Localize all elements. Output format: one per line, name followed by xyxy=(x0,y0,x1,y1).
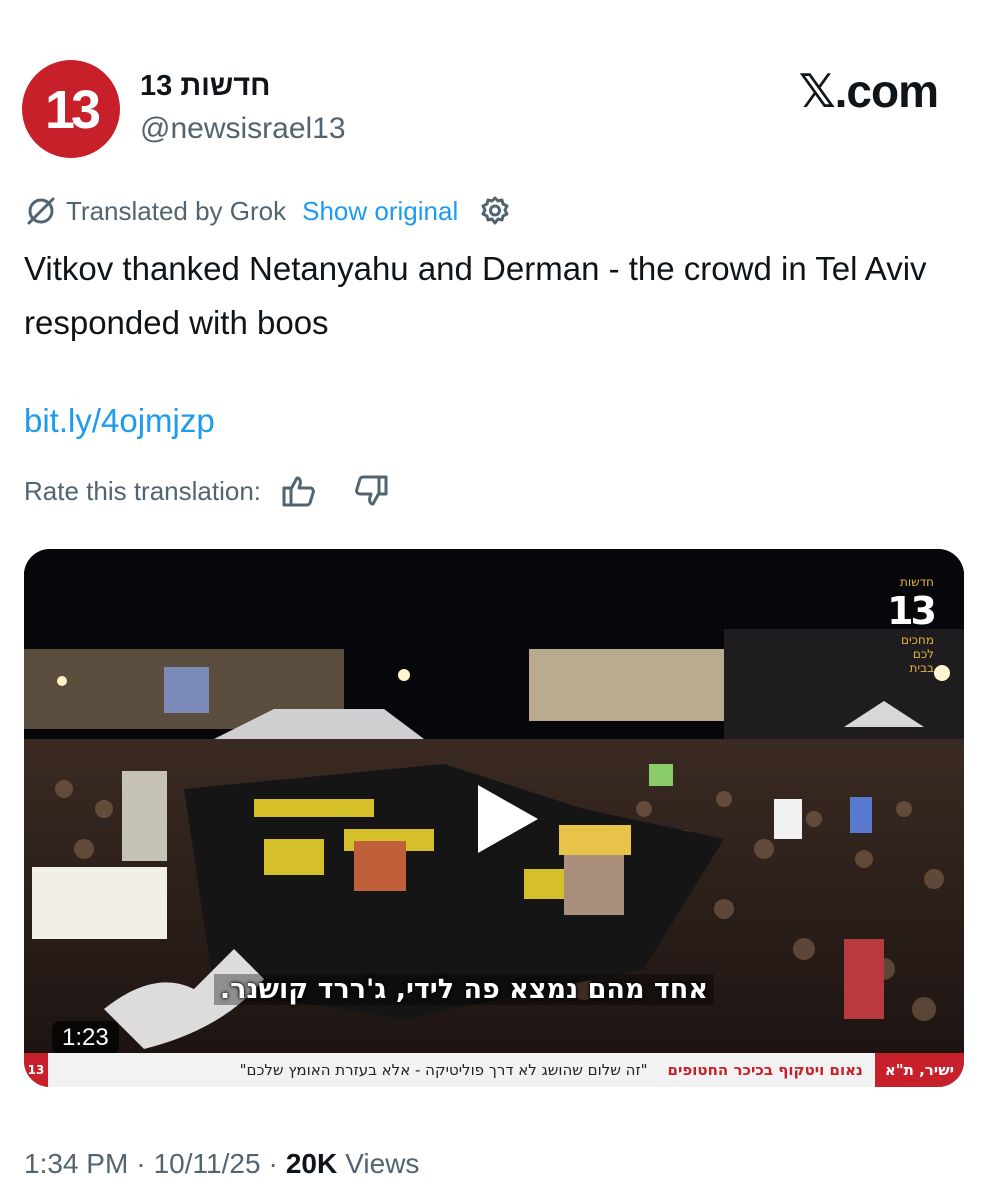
tweet-text: Vitkov thanked Netanyahu and Derman - th… xyxy=(24,250,927,341)
translated-by-label: Translated by Grok xyxy=(66,195,287,226)
views-label: Views xyxy=(345,1148,420,1179)
avatar[interactable]: 13 xyxy=(22,60,120,158)
tweet-time[interactable]: 1:34 PM xyxy=(24,1148,128,1180)
tweet-meta: 1:34 PM · 10/11/25 · 20K Views xyxy=(24,1148,419,1180)
video-duration: 1:23 xyxy=(52,1021,119,1055)
station-logo-line: לכם xyxy=(912,647,934,661)
thumbs-up-icon[interactable] xyxy=(281,473,317,509)
station-logo-line: בבית xyxy=(909,661,934,675)
thumbs-down-icon[interactable] xyxy=(353,473,389,509)
ticker-headline: נאום ויטקוף בכיכר החטופים xyxy=(667,1061,863,1079)
video-subtitle: אחד מהם נמצא פה לידי, ג'ררד קושנר. xyxy=(213,974,714,1005)
station-logo-overlay: חדשות 13 מחכים לכם בבית xyxy=(887,575,937,675)
rate-translation-row: Rate this translation: xyxy=(24,470,389,512)
author-display-name[interactable]: חדשות 13 xyxy=(140,70,270,103)
station-logo-line: מחכים xyxy=(901,633,934,647)
author-handle[interactable]: @newsisrael13 xyxy=(140,112,346,146)
ticker-quote: "זה שלום שהושג לא דרך פוליטיקה - אלא בעז… xyxy=(239,1061,648,1079)
ticker-live-badge: ישיר, ת"א xyxy=(874,1053,964,1087)
ticker-logo: 13 xyxy=(24,1053,48,1087)
avatar-logo-text: 13 xyxy=(44,80,101,140)
views-count: 20K xyxy=(285,1148,338,1179)
site-logo: 𝕏.com xyxy=(798,65,939,117)
station-logo-number: 13 xyxy=(887,589,937,633)
tweet-link[interactable]: bit.ly/4ojmjzp xyxy=(24,402,215,440)
meta-separator: · xyxy=(268,1148,278,1179)
gear-icon[interactable] xyxy=(478,194,512,228)
news-ticker: ישיר, ת"א נאום ויטקוף בכיכר החטופים "זה … xyxy=(24,1053,964,1087)
tweet-date[interactable]: 10/11/25 xyxy=(154,1148,261,1180)
translation-bar: Translated by Grok Show original xyxy=(24,190,512,232)
video-player[interactable]: חדשות 13 מחכים לכם בבית אחד מהם נמצא פה … xyxy=(24,549,964,1087)
show-original-link[interactable]: Show original xyxy=(302,196,458,227)
play-icon[interactable] xyxy=(464,779,544,859)
meta-separator: · xyxy=(136,1148,146,1179)
translate-slash-icon xyxy=(27,197,55,225)
station-logo-line: חדשות xyxy=(899,575,934,589)
rate-translation-label: Rate this translation: xyxy=(24,475,262,506)
